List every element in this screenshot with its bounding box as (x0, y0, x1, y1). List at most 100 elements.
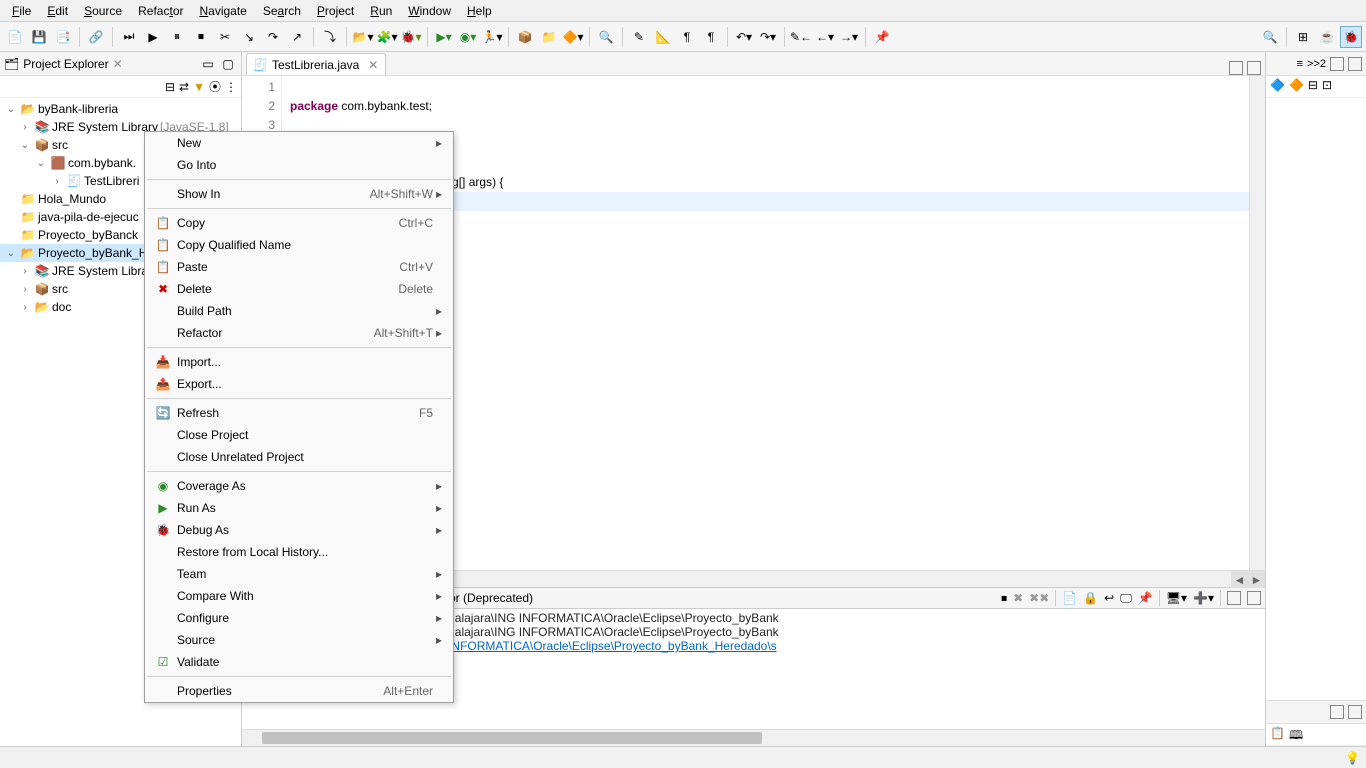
view-menu-button[interactable]: ⋮ (225, 80, 237, 94)
display-console-button[interactable]: 🖥▾ (1166, 591, 1187, 605)
pin-console-button[interactable]: 📌 (1138, 591, 1153, 605)
coverage-button[interactable]: ◉▾ (457, 26, 479, 48)
debug-perspective-button[interactable]: 🐞 (1340, 26, 1362, 48)
context-menu-go-into[interactable]: Go Into (145, 154, 453, 176)
context-menu-refresh[interactable]: 🔄RefreshF5 (145, 402, 453, 424)
terminate-button[interactable]: ⏹ (190, 26, 212, 48)
context-menu-source[interactable]: Source▸ (145, 629, 453, 651)
menu-navigate[interactable]: Navigate (191, 2, 254, 20)
save-button[interactable]: 💾 (28, 26, 50, 48)
context-menu-paste[interactable]: 📋PasteCtrl+V (145, 256, 453, 278)
context-menu-debug-as[interactable]: 🐞Debug As▸ (145, 519, 453, 541)
context-menu-close-project[interactable]: Close Project (145, 424, 453, 446)
expand-arrow-icon[interactable]: › (18, 284, 32, 295)
search-button[interactable]: 🔍 (595, 26, 617, 48)
back-button[interactable]: ←▾ (814, 26, 836, 48)
close-view-x[interactable]: ✕ (113, 57, 123, 71)
tip-icon[interactable]: 💡 (1345, 751, 1360, 765)
link-with-editor-button[interactable]: ⇄ (179, 80, 189, 94)
context-menu-compare-with[interactable]: Compare With▸ (145, 585, 453, 607)
console-button-1[interactable]: 📄 (1062, 591, 1077, 605)
right-lower-max-button[interactable] (1348, 705, 1362, 719)
quick-access-button[interactable]: 🔍 (1259, 26, 1281, 48)
save-all-button[interactable]: 📑 (52, 26, 74, 48)
context-menu-coverage-as[interactable]: ◉Coverage As▸ (145, 475, 453, 497)
right-lower-min-button[interactable] (1330, 705, 1344, 719)
java-perspective-button[interactable]: ☕ (1316, 26, 1338, 48)
menu-refactor[interactable]: Refactor (130, 2, 191, 20)
outline-btn-1[interactable]: 🔷 (1270, 78, 1285, 95)
suspend-button[interactable]: ⏸ (166, 26, 188, 48)
context-menu-properties[interactable]: PropertiesAlt+Enter (145, 680, 453, 702)
menu-search[interactable]: Search (255, 2, 309, 20)
step-return-button[interactable]: ↗ (286, 26, 308, 48)
new-class-button[interactable]: 📁 (538, 26, 560, 48)
remove-terminated-button[interactable]: ✖ (1013, 591, 1023, 605)
menu-source[interactable]: Source (76, 2, 130, 20)
open-perspective-button[interactable]: ⊞ (1292, 26, 1314, 48)
menu-file[interactable]: File (4, 2, 39, 20)
context-menu-validate[interactable]: ☑Validate (145, 651, 453, 673)
step-into-button[interactable]: ↘ (238, 26, 260, 48)
expand-arrow-icon[interactable]: ⌄ (4, 248, 18, 259)
maximize-view-button[interactable]: ▢ (219, 55, 237, 73)
show-console-button[interactable]: 🖵 (1120, 591, 1132, 606)
editor-max-button[interactable] (1247, 61, 1261, 75)
last-edit-button[interactable]: ✎← (790, 26, 812, 48)
show-whitespace-button[interactable]: ¶ (700, 26, 722, 48)
expand-arrow-icon[interactable]: › (18, 302, 32, 313)
menu-help[interactable]: Help (459, 2, 500, 20)
run-button[interactable]: ▶▾ (433, 26, 455, 48)
new-package-button[interactable]: 📦 (514, 26, 536, 48)
context-menu-show-in[interactable]: Show InAlt+Shift+W▸ (145, 183, 453, 205)
step-over-button[interactable]: ↷ (262, 26, 284, 48)
outline-btn-4[interactable]: ⊡ (1322, 78, 1332, 95)
context-menu-export-[interactable]: 📤Export... (145, 373, 453, 395)
scroll-right-icon[interactable]: ► (1248, 571, 1265, 588)
link-editor-button[interactable]: 🔗 (85, 26, 107, 48)
menu-edit[interactable]: Edit (39, 2, 76, 20)
outline-btn-3[interactable]: ⊟ (1308, 78, 1318, 95)
right-lower-btn-1[interactable]: 📋 (1270, 726, 1285, 743)
outline-min-button[interactable] (1330, 57, 1344, 71)
format-button[interactable]: ¶ (676, 26, 698, 48)
context-menu-delete[interactable]: ✖DeleteDelete (145, 278, 453, 300)
resume-button[interactable]: ▶ (142, 26, 164, 48)
forward-button[interactable]: →▾ (838, 26, 860, 48)
skip-breakpoints-button[interactable]: ⏭ (118, 26, 140, 48)
context-menu-copy-qualified-name[interactable]: 📋Copy Qualified Name (145, 234, 453, 256)
annotation-prev-button[interactable]: ↶▾ (733, 26, 755, 48)
scroll-left-icon[interactable]: ◄ (1231, 571, 1248, 588)
terminate-console-button[interactable]: ⏹ (1001, 591, 1007, 606)
expand-arrow-icon[interactable]: › (50, 176, 64, 187)
new-wizard-button[interactable]: 📂▾ (352, 26, 374, 48)
expand-arrow-icon[interactable]: ⌄ (4, 104, 18, 115)
open-type-button[interactable]: 🔶▾ (562, 26, 584, 48)
right-lower-btn-2[interactable]: 🕮 (1289, 726, 1303, 743)
expand-arrow-icon[interactable]: ⌄ (18, 140, 32, 151)
menu-window[interactable]: Window (400, 2, 459, 20)
disconnect-button[interactable]: ✂ (214, 26, 236, 48)
editor-min-button[interactable] (1229, 61, 1243, 75)
compass-button[interactable]: 📐 (652, 26, 674, 48)
context-menu-run-as[interactable]: ▶Run As▸ (145, 497, 453, 519)
drop-frame-button[interactable]: ⤵ (319, 26, 341, 48)
wand-button[interactable]: ✎ (628, 26, 650, 48)
context-menu-restore-from-local-history-[interactable]: Restore from Local History... (145, 541, 453, 563)
context-menu-close-unrelated-project[interactable]: Close Unrelated Project (145, 446, 453, 468)
context-menu-refactor[interactable]: RefactorAlt+Shift+T▸ (145, 322, 453, 344)
outline-max-button[interactable] (1348, 57, 1362, 71)
context-menu-team[interactable]: Team▸ (145, 563, 453, 585)
focus-task-button[interactable]: ⦿ (209, 78, 221, 95)
collapse-all-button[interactable]: ⊟ (165, 80, 175, 94)
console-max-button[interactable] (1247, 591, 1261, 605)
context-menu-build-path[interactable]: Build Path▸ (145, 300, 453, 322)
editor-tab-testlibreria[interactable]: 🧾 TestLibreria.java ✕ (246, 53, 386, 75)
new-button[interactable]: 📄 (4, 26, 26, 48)
console-min-button[interactable] (1227, 591, 1241, 605)
annotation-next-button[interactable]: ↷▾ (757, 26, 779, 48)
word-wrap-button[interactable]: ↩ (1104, 591, 1114, 605)
expand-arrow-icon[interactable]: › (18, 122, 32, 133)
expand-arrow-icon[interactable]: ⌄ (34, 158, 48, 169)
scrollbar-thumb[interactable] (262, 732, 762, 744)
